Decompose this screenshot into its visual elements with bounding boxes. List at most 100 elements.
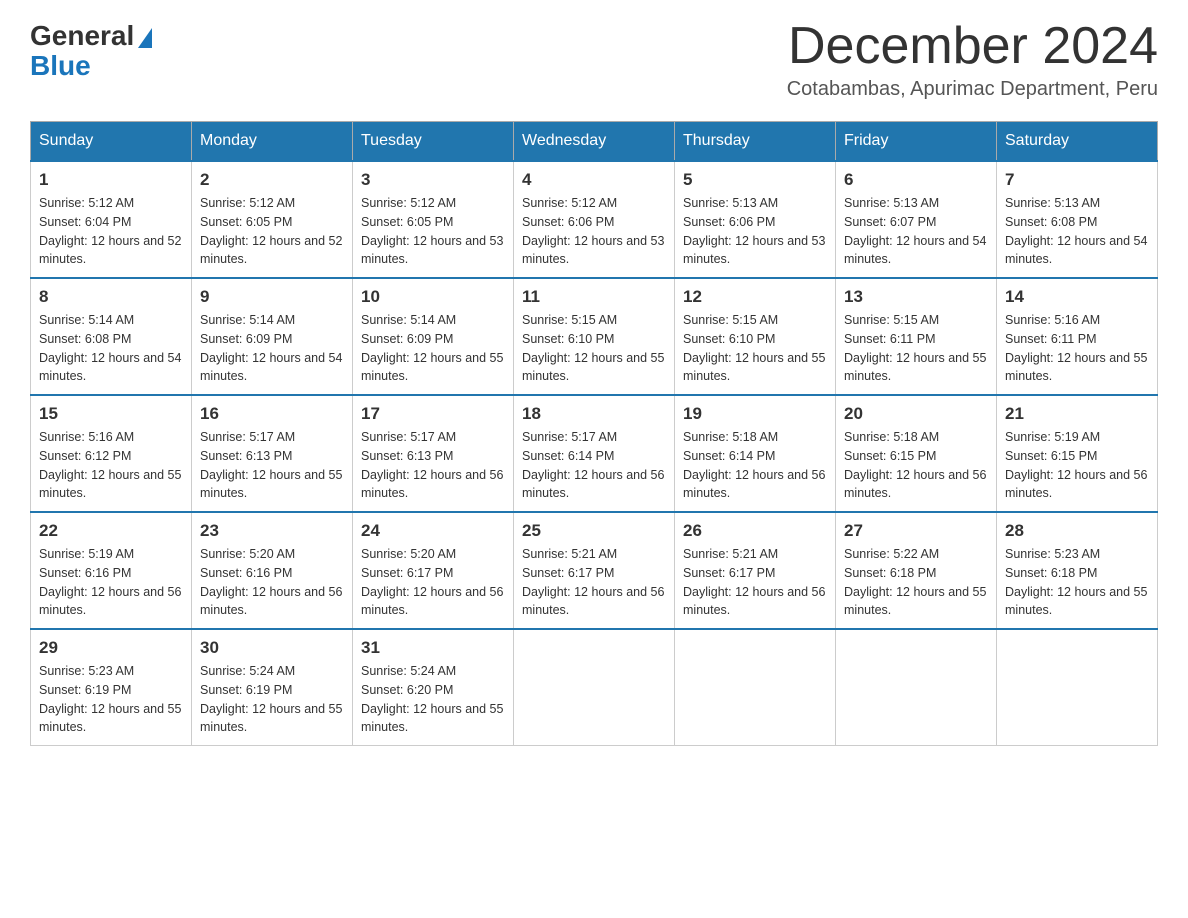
day-number: 7 bbox=[1005, 170, 1149, 190]
day-number: 1 bbox=[39, 170, 183, 190]
calendar-cell: 17 Sunrise: 5:17 AMSunset: 6:13 PMDaylig… bbox=[353, 395, 514, 512]
day-info: Sunrise: 5:19 AMSunset: 6:16 PMDaylight:… bbox=[39, 547, 181, 617]
day-number: 17 bbox=[361, 404, 505, 424]
day-number: 21 bbox=[1005, 404, 1149, 424]
calendar-cell: 30 Sunrise: 5:24 AMSunset: 6:19 PMDaylig… bbox=[192, 629, 353, 746]
weekday-header-saturday: Saturday bbox=[997, 122, 1158, 162]
day-number: 23 bbox=[200, 521, 344, 541]
day-number: 28 bbox=[1005, 521, 1149, 541]
day-number: 6 bbox=[844, 170, 988, 190]
day-number: 31 bbox=[361, 638, 505, 658]
calendar-cell: 26 Sunrise: 5:21 AMSunset: 6:17 PMDaylig… bbox=[675, 512, 836, 629]
day-number: 24 bbox=[361, 521, 505, 541]
calendar-cell: 28 Sunrise: 5:23 AMSunset: 6:18 PMDaylig… bbox=[997, 512, 1158, 629]
day-info: Sunrise: 5:14 AMSunset: 6:08 PMDaylight:… bbox=[39, 313, 181, 383]
calendar-cell: 8 Sunrise: 5:14 AMSunset: 6:08 PMDayligh… bbox=[31, 278, 192, 395]
day-info: Sunrise: 5:14 AMSunset: 6:09 PMDaylight:… bbox=[361, 313, 503, 383]
calendar-cell: 3 Sunrise: 5:12 AMSunset: 6:05 PMDayligh… bbox=[353, 161, 514, 278]
day-info: Sunrise: 5:16 AMSunset: 6:12 PMDaylight:… bbox=[39, 430, 181, 500]
calendar-cell: 22 Sunrise: 5:19 AMSunset: 6:16 PMDaylig… bbox=[31, 512, 192, 629]
calendar-cell: 11 Sunrise: 5:15 AMSunset: 6:10 PMDaylig… bbox=[514, 278, 675, 395]
calendar-cell: 2 Sunrise: 5:12 AMSunset: 6:05 PMDayligh… bbox=[192, 161, 353, 278]
weekday-header-sunday: Sunday bbox=[31, 122, 192, 162]
calendar-cell: 27 Sunrise: 5:22 AMSunset: 6:18 PMDaylig… bbox=[836, 512, 997, 629]
day-info: Sunrise: 5:13 AMSunset: 6:08 PMDaylight:… bbox=[1005, 196, 1147, 266]
logo-blue-text: Blue bbox=[30, 50, 91, 82]
day-info: Sunrise: 5:20 AMSunset: 6:16 PMDaylight:… bbox=[200, 547, 342, 617]
calendar-cell: 25 Sunrise: 5:21 AMSunset: 6:17 PMDaylig… bbox=[514, 512, 675, 629]
calendar-cell: 19 Sunrise: 5:18 AMSunset: 6:14 PMDaylig… bbox=[675, 395, 836, 512]
title-section: December 2024 Cotabambas, Apurimac Depar… bbox=[787, 20, 1158, 101]
day-info: Sunrise: 5:23 AMSunset: 6:19 PMDaylight:… bbox=[39, 664, 181, 734]
calendar-cell: 18 Sunrise: 5:17 AMSunset: 6:14 PMDaylig… bbox=[514, 395, 675, 512]
day-number: 13 bbox=[844, 287, 988, 307]
weekday-header-row: SundayMondayTuesdayWednesdayThursdayFrid… bbox=[31, 122, 1158, 162]
day-number: 15 bbox=[39, 404, 183, 424]
weekday-header-monday: Monday bbox=[192, 122, 353, 162]
logo: General Blue bbox=[30, 20, 152, 82]
day-info: Sunrise: 5:13 AMSunset: 6:06 PMDaylight:… bbox=[683, 196, 825, 266]
calendar-cell: 6 Sunrise: 5:13 AMSunset: 6:07 PMDayligh… bbox=[836, 161, 997, 278]
day-number: 12 bbox=[683, 287, 827, 307]
page-header: General Blue December 2024 Cotabambas, A… bbox=[30, 20, 1158, 101]
week-row-3: 15 Sunrise: 5:16 AMSunset: 6:12 PMDaylig… bbox=[31, 395, 1158, 512]
day-info: Sunrise: 5:12 AMSunset: 6:06 PMDaylight:… bbox=[522, 196, 664, 266]
calendar-cell: 31 Sunrise: 5:24 AMSunset: 6:20 PMDaylig… bbox=[353, 629, 514, 746]
day-info: Sunrise: 5:15 AMSunset: 6:11 PMDaylight:… bbox=[844, 313, 986, 383]
logo-general-text: General bbox=[30, 20, 134, 52]
calendar-cell: 5 Sunrise: 5:13 AMSunset: 6:06 PMDayligh… bbox=[675, 161, 836, 278]
calendar-cell: 7 Sunrise: 5:13 AMSunset: 6:08 PMDayligh… bbox=[997, 161, 1158, 278]
calendar-cell: 23 Sunrise: 5:20 AMSunset: 6:16 PMDaylig… bbox=[192, 512, 353, 629]
day-info: Sunrise: 5:17 AMSunset: 6:14 PMDaylight:… bbox=[522, 430, 664, 500]
calendar-cell: 12 Sunrise: 5:15 AMSunset: 6:10 PMDaylig… bbox=[675, 278, 836, 395]
day-number: 14 bbox=[1005, 287, 1149, 307]
day-number: 8 bbox=[39, 287, 183, 307]
weekday-header-tuesday: Tuesday bbox=[353, 122, 514, 162]
day-info: Sunrise: 5:17 AMSunset: 6:13 PMDaylight:… bbox=[200, 430, 342, 500]
day-info: Sunrise: 5:18 AMSunset: 6:15 PMDaylight:… bbox=[844, 430, 986, 500]
day-info: Sunrise: 5:15 AMSunset: 6:10 PMDaylight:… bbox=[683, 313, 825, 383]
day-number: 27 bbox=[844, 521, 988, 541]
weekday-header-thursday: Thursday bbox=[675, 122, 836, 162]
logo-triangle-icon bbox=[138, 28, 152, 48]
day-number: 9 bbox=[200, 287, 344, 307]
weekday-header-friday: Friday bbox=[836, 122, 997, 162]
calendar-cell bbox=[675, 629, 836, 746]
day-info: Sunrise: 5:22 AMSunset: 6:18 PMDaylight:… bbox=[844, 547, 986, 617]
day-number: 3 bbox=[361, 170, 505, 190]
calendar-cell: 29 Sunrise: 5:23 AMSunset: 6:19 PMDaylig… bbox=[31, 629, 192, 746]
calendar-cell bbox=[836, 629, 997, 746]
day-number: 16 bbox=[200, 404, 344, 424]
calendar-cell bbox=[997, 629, 1158, 746]
day-info: Sunrise: 5:14 AMSunset: 6:09 PMDaylight:… bbox=[200, 313, 342, 383]
day-info: Sunrise: 5:20 AMSunset: 6:17 PMDaylight:… bbox=[361, 547, 503, 617]
day-number: 26 bbox=[683, 521, 827, 541]
day-info: Sunrise: 5:21 AMSunset: 6:17 PMDaylight:… bbox=[683, 547, 825, 617]
week-row-5: 29 Sunrise: 5:23 AMSunset: 6:19 PMDaylig… bbox=[31, 629, 1158, 746]
calendar-cell: 9 Sunrise: 5:14 AMSunset: 6:09 PMDayligh… bbox=[192, 278, 353, 395]
week-row-1: 1 Sunrise: 5:12 AMSunset: 6:04 PMDayligh… bbox=[31, 161, 1158, 278]
calendar-cell: 16 Sunrise: 5:17 AMSunset: 6:13 PMDaylig… bbox=[192, 395, 353, 512]
day-info: Sunrise: 5:12 AMSunset: 6:04 PMDaylight:… bbox=[39, 196, 181, 266]
day-info: Sunrise: 5:17 AMSunset: 6:13 PMDaylight:… bbox=[361, 430, 503, 500]
day-info: Sunrise: 5:12 AMSunset: 6:05 PMDaylight:… bbox=[200, 196, 342, 266]
weekday-header-wednesday: Wednesday bbox=[514, 122, 675, 162]
day-number: 4 bbox=[522, 170, 666, 190]
calendar-cell: 4 Sunrise: 5:12 AMSunset: 6:06 PMDayligh… bbox=[514, 161, 675, 278]
day-number: 20 bbox=[844, 404, 988, 424]
day-info: Sunrise: 5:18 AMSunset: 6:14 PMDaylight:… bbox=[683, 430, 825, 500]
month-title: December 2024 bbox=[787, 20, 1158, 72]
day-info: Sunrise: 5:15 AMSunset: 6:10 PMDaylight:… bbox=[522, 313, 664, 383]
day-info: Sunrise: 5:19 AMSunset: 6:15 PMDaylight:… bbox=[1005, 430, 1147, 500]
day-number: 5 bbox=[683, 170, 827, 190]
week-row-4: 22 Sunrise: 5:19 AMSunset: 6:16 PMDaylig… bbox=[31, 512, 1158, 629]
day-info: Sunrise: 5:12 AMSunset: 6:05 PMDaylight:… bbox=[361, 196, 503, 266]
day-number: 25 bbox=[522, 521, 666, 541]
day-info: Sunrise: 5:16 AMSunset: 6:11 PMDaylight:… bbox=[1005, 313, 1147, 383]
calendar-cell: 24 Sunrise: 5:20 AMSunset: 6:17 PMDaylig… bbox=[353, 512, 514, 629]
calendar-cell: 10 Sunrise: 5:14 AMSunset: 6:09 PMDaylig… bbox=[353, 278, 514, 395]
calendar-table: SundayMondayTuesdayWednesdayThursdayFrid… bbox=[30, 121, 1158, 746]
calendar-cell: 14 Sunrise: 5:16 AMSunset: 6:11 PMDaylig… bbox=[997, 278, 1158, 395]
calendar-cell: 1 Sunrise: 5:12 AMSunset: 6:04 PMDayligh… bbox=[31, 161, 192, 278]
calendar-cell: 20 Sunrise: 5:18 AMSunset: 6:15 PMDaylig… bbox=[836, 395, 997, 512]
